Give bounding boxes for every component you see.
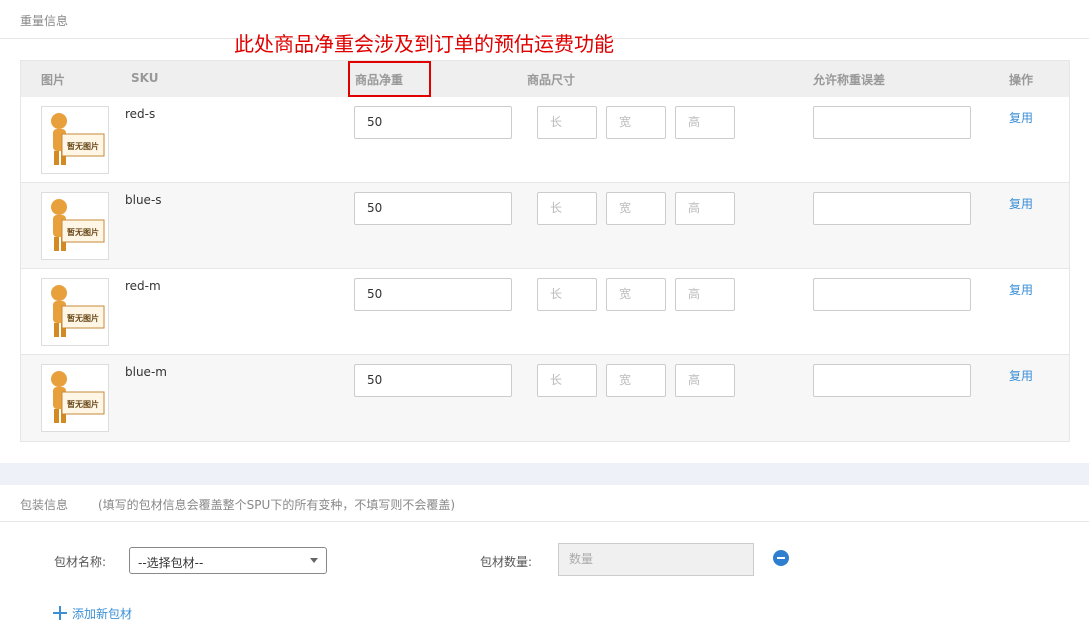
add-material-label: 添加新包材 [72, 607, 133, 621]
product-thumbnail: 暂无图片 [41, 278, 109, 346]
material-quantity-label: 包材数量: [480, 555, 533, 569]
sku-code: red-m [125, 279, 161, 293]
plus-icon [53, 606, 67, 620]
header-action: 操作 [1009, 73, 1034, 87]
weight-table: 图片 SKU 商品净重 商品尺寸 允许称重误差 操作 暂无图片 red-s 50… [20, 60, 1070, 442]
material-select-value: --选择包材-- [138, 556, 204, 570]
net-weight-input[interactable]: 50 [354, 364, 512, 397]
width-input[interactable]: 宽 [606, 278, 666, 311]
material-select[interactable]: --选择包材-- [129, 547, 327, 574]
sku-code: blue-m [125, 365, 167, 379]
net-weight-input[interactable]: 50 [354, 106, 512, 139]
reuse-link[interactable]: 复用 [1009, 109, 1033, 126]
product-thumbnail: 暂无图片 [41, 364, 109, 432]
weight-section-title: 重量信息 [20, 14, 69, 28]
table-row: 暂无图片 red-m 50 长 宽 高 复用 [21, 269, 1069, 355]
sku-code: red-s [125, 107, 156, 121]
length-input[interactable]: 长 [537, 278, 597, 311]
annotation-highlight-box [348, 61, 431, 97]
height-input[interactable]: 高 [675, 106, 735, 139]
length-input[interactable]: 长 [537, 364, 597, 397]
svg-text:暂无图片: 暂无图片 [67, 399, 99, 409]
reuse-link[interactable]: 复用 [1009, 195, 1033, 212]
svg-text:暂无图片: 暂无图片 [67, 227, 99, 237]
height-input[interactable]: 高 [675, 192, 735, 225]
packaging-section-title: 包装信息 [20, 498, 69, 512]
table-row: 暂无图片 blue-s 50 长 宽 高 复用 [21, 183, 1069, 269]
tolerance-input[interactable] [813, 364, 971, 397]
tolerance-input[interactable] [813, 106, 971, 139]
height-input[interactable]: 高 [675, 364, 735, 397]
width-input[interactable]: 宽 [606, 192, 666, 225]
no-image-placeholder-icon: 暂无图片 [51, 113, 105, 165]
length-input[interactable]: 长 [537, 192, 597, 225]
width-input[interactable]: 宽 [606, 364, 666, 397]
no-image-placeholder-icon: 暂无图片 [51, 371, 105, 423]
width-input[interactable]: 宽 [606, 106, 666, 139]
header-sku: SKU [131, 71, 159, 85]
header-tolerance: 允许称重误差 [813, 73, 886, 87]
svg-text:暂无图片: 暂无图片 [67, 313, 99, 323]
product-thumbnail: 暂无图片 [41, 192, 109, 260]
remove-material-icon[interactable] [773, 550, 789, 566]
length-input[interactable]: 长 [537, 106, 597, 139]
table-row: 暂无图片 red-s 50 长 宽 高 复用 [21, 97, 1069, 183]
height-input[interactable]: 高 [675, 278, 735, 311]
packaging-section-divider [0, 521, 1089, 522]
section-separator [0, 463, 1089, 485]
product-thumbnail: 暂无图片 [41, 106, 109, 174]
packaging-section-note: (填写的包材信息会覆盖整个SPU下的所有变种，不填写则不会覆盖) [98, 498, 456, 512]
svg-text:暂无图片: 暂无图片 [67, 141, 99, 151]
chevron-down-icon [310, 558, 318, 563]
header-image: 图片 [41, 73, 66, 87]
reuse-link[interactable]: 复用 [1009, 367, 1033, 384]
table-header: 图片 SKU 商品净重 商品尺寸 允许称重误差 操作 [21, 61, 1069, 97]
header-size: 商品尺寸 [527, 73, 576, 87]
no-image-placeholder-icon: 暂无图片 [51, 199, 105, 251]
material-quantity-input[interactable]: 数量 [558, 543, 754, 576]
table-row: 暂无图片 blue-m 50 长 宽 高 复用 [21, 355, 1069, 441]
tolerance-input[interactable] [813, 278, 971, 311]
annotation-text: 此处商品净重会涉及到订单的预估运费功能 [234, 32, 614, 56]
net-weight-input[interactable]: 50 [354, 278, 512, 311]
tolerance-input[interactable] [813, 192, 971, 225]
reuse-link[interactable]: 复用 [1009, 281, 1033, 298]
no-image-placeholder-icon: 暂无图片 [51, 285, 105, 337]
material-name-label: 包材名称: [54, 555, 107, 569]
sku-code: blue-s [125, 193, 162, 207]
net-weight-input[interactable]: 50 [354, 192, 512, 225]
